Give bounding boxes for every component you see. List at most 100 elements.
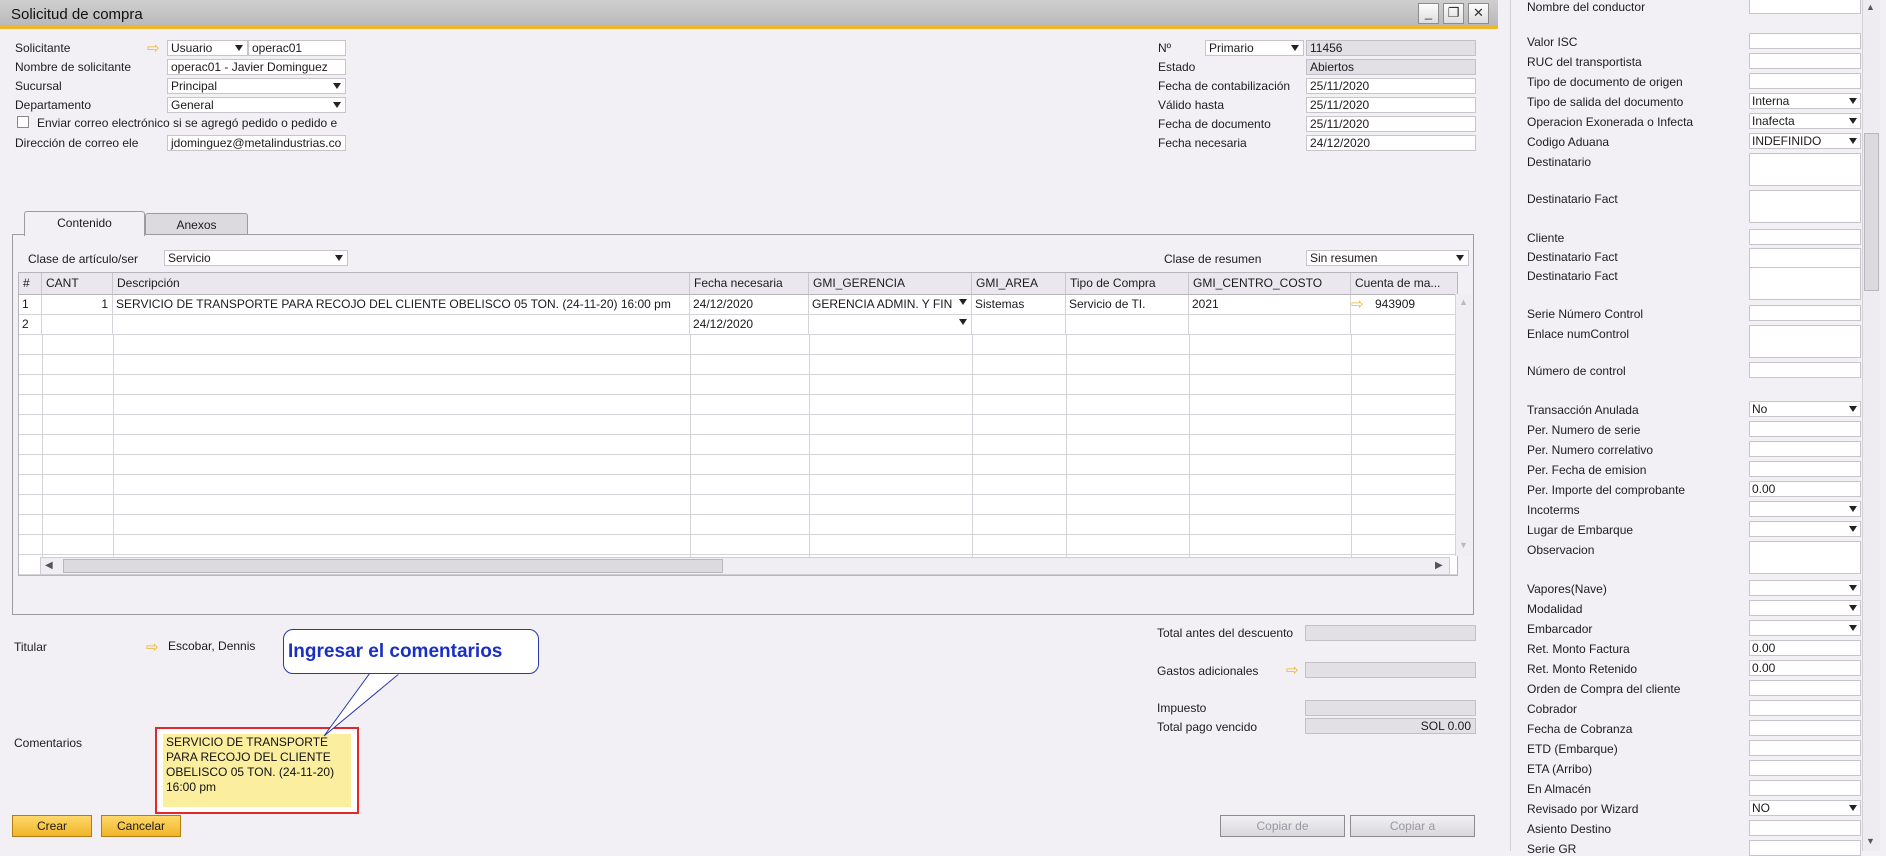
col-header[interactable]: Fecha necesaria [690, 273, 809, 295]
row-number[interactable]: 1 [19, 295, 42, 315]
row-number[interactable]: 2 [19, 315, 42, 335]
user-field-input[interactable]: 0.00 [1749, 481, 1861, 497]
scroll-up-icon[interactable]: ▲ [1459, 297, 1468, 307]
user-field-input[interactable] [1749, 740, 1861, 756]
link-arrow-icon[interactable]: ⇨ [147, 41, 163, 56]
copiar-a-button[interactable]: Copiar a [1350, 815, 1475, 837]
lines-table[interactable]: # CANT Descripción Fecha necesaria GMI_G… [18, 272, 1458, 576]
user-field-select[interactable] [1749, 600, 1861, 616]
centro-costo-cell[interactable]: 2021 [1189, 295, 1351, 315]
solicitante-type-select[interactable]: Usuario [167, 40, 248, 56]
user-field-input[interactable] [1749, 33, 1861, 49]
scroll-left-icon[interactable]: ◀ [45, 560, 53, 571]
nombre-solicitante-field[interactable]: operac01 - Javier Dominguez [167, 59, 346, 75]
scroll-thumb[interactable] [63, 559, 723, 573]
date-cell[interactable]: 24/12/2020 [690, 295, 809, 315]
cuenta-cell[interactable] [1351, 315, 1457, 335]
centro-costo-cell[interactable] [1189, 315, 1351, 335]
minimize-icon[interactable]: _ [1418, 3, 1439, 24]
user-field-select[interactable] [1749, 521, 1861, 537]
user-field-select[interactable]: NO [1749, 800, 1861, 816]
tab-contenido[interactable]: Contenido [24, 211, 145, 236]
area-cell[interactable] [972, 315, 1066, 335]
user-field-input[interactable] [1749, 541, 1861, 574]
restore-icon[interactable]: ❐ [1443, 3, 1464, 24]
qty-cell[interactable] [42, 315, 113, 335]
close-icon[interactable]: ✕ [1468, 3, 1489, 24]
col-header[interactable]: Tipo de Compra [1066, 273, 1189, 295]
user-field-input[interactable] [1749, 461, 1861, 477]
user-field-input[interactable] [1749, 190, 1861, 223]
user-field-input[interactable] [1749, 362, 1861, 378]
series-select[interactable]: Primario [1205, 40, 1304, 56]
grid-horizontal-scrollbar[interactable]: ◀ ▶ [40, 557, 1450, 575]
col-header[interactable]: Cuenta de ma... [1351, 273, 1457, 295]
user-field-input[interactable] [1749, 305, 1861, 321]
user-field-select[interactable]: Inafecta [1749, 113, 1861, 129]
date-cell[interactable]: 24/12/2020 [690, 315, 809, 335]
description-cell[interactable] [113, 315, 690, 335]
user-field-select[interactable] [1749, 580, 1861, 596]
user-field-input[interactable] [1749, 53, 1861, 69]
user-field-input[interactable] [1749, 325, 1861, 358]
user-field-input[interactable] [1749, 720, 1861, 736]
user-field-input[interactable] [1749, 780, 1861, 796]
valido-hasta-field[interactable]: 25/11/2020 [1306, 97, 1476, 113]
scroll-up-icon[interactable]: ▲ [1866, 2, 1875, 12]
scroll-thumb[interactable] [1864, 133, 1879, 291]
user-field-input[interactable] [1749, 267, 1861, 300]
grid-vertical-scrollbar[interactable]: ▲ ▼ [1455, 294, 1472, 556]
fecha-contabilizacion-field[interactable]: 25/11/2020 [1306, 78, 1476, 94]
scroll-down-icon[interactable]: ▼ [1459, 540, 1468, 550]
user-field-input[interactable]: 0.00 [1749, 660, 1861, 676]
user-field-input[interactable] [1749, 680, 1861, 696]
cancelar-button[interactable]: Cancelar [101, 815, 181, 837]
clase-resumen-select[interactable]: Sin resumen [1306, 250, 1469, 266]
user-field-input[interactable] [1749, 441, 1861, 457]
solicitante-field[interactable]: operac01 [248, 40, 346, 56]
user-field-input[interactable]: 0.00 [1749, 640, 1861, 656]
email-field[interactable]: jdominguez@metalindustrias.co [167, 135, 346, 151]
link-arrow-icon[interactable]: ⇨ [1286, 663, 1302, 678]
col-header[interactable]: GMI_CENTRO_COSTO [1189, 273, 1351, 295]
user-field-input[interactable] [1749, 153, 1861, 186]
copiar-de-button[interactable]: Copiar de [1220, 815, 1345, 837]
clase-articulo-select[interactable]: Servicio [164, 250, 348, 266]
scroll-right-icon[interactable]: ▶ [1435, 560, 1443, 571]
cuenta-cell[interactable]: 943909 [1351, 295, 1457, 315]
user-field-input[interactable] [1749, 700, 1861, 716]
qty-cell[interactable]: 1 [42, 295, 113, 315]
col-header[interactable]: Descripción [113, 273, 690, 295]
user-field-input[interactable] [1749, 0, 1861, 14]
description-cell[interactable]: SERVICIO DE TRANSPORTE PARA RECOJO DEL C… [113, 295, 690, 315]
user-field-input[interactable] [1749, 229, 1861, 245]
user-field-input[interactable] [1749, 760, 1861, 776]
col-header[interactable]: # [19, 273, 42, 295]
gerencia-cell[interactable]: GERENCIA ADMIN. Y FIN [809, 295, 972, 315]
email-notify-checkbox[interactable] [17, 116, 29, 128]
crear-button[interactable]: Crear [12, 815, 92, 837]
user-field-input[interactable] [1749, 840, 1861, 856]
comentarios-field[interactable]: SERVICIO DE TRANSPORTE PARA RECOJO DEL C… [163, 734, 351, 807]
user-field-select[interactable] [1749, 501, 1861, 517]
tipo-compra-cell[interactable] [1066, 315, 1189, 335]
user-field-input[interactable] [1749, 820, 1861, 836]
user-field-select[interactable]: Interna [1749, 93, 1861, 109]
tipo-compra-cell[interactable]: Servicio de TI. [1066, 295, 1189, 315]
user-fields-scrollbar[interactable]: ▲ ▼ [1862, 0, 1880, 851]
link-arrow-icon[interactable]: ⇨ [146, 640, 162, 655]
col-header[interactable]: GMI_AREA [972, 273, 1066, 295]
titular-field[interactable]: Escobar, Dennis [164, 638, 294, 654]
link-arrow-icon[interactable]: ⇨ [1351, 297, 1367, 312]
user-field-select[interactable]: No [1749, 401, 1861, 417]
departamento-select[interactable]: General [167, 97, 346, 113]
col-header[interactable]: GMI_GERENCIA [809, 273, 972, 295]
user-field-input[interactable] [1749, 421, 1861, 437]
gerencia-cell[interactable] [809, 315, 972, 335]
sucursal-select[interactable]: Principal [167, 78, 346, 94]
empty-rows[interactable] [19, 335, 1457, 575]
user-field-select[interactable] [1749, 620, 1861, 636]
col-header[interactable]: CANT [42, 273, 113, 295]
user-field-select[interactable]: INDEFINIDO [1749, 133, 1861, 149]
user-field-input[interactable] [1749, 73, 1861, 89]
